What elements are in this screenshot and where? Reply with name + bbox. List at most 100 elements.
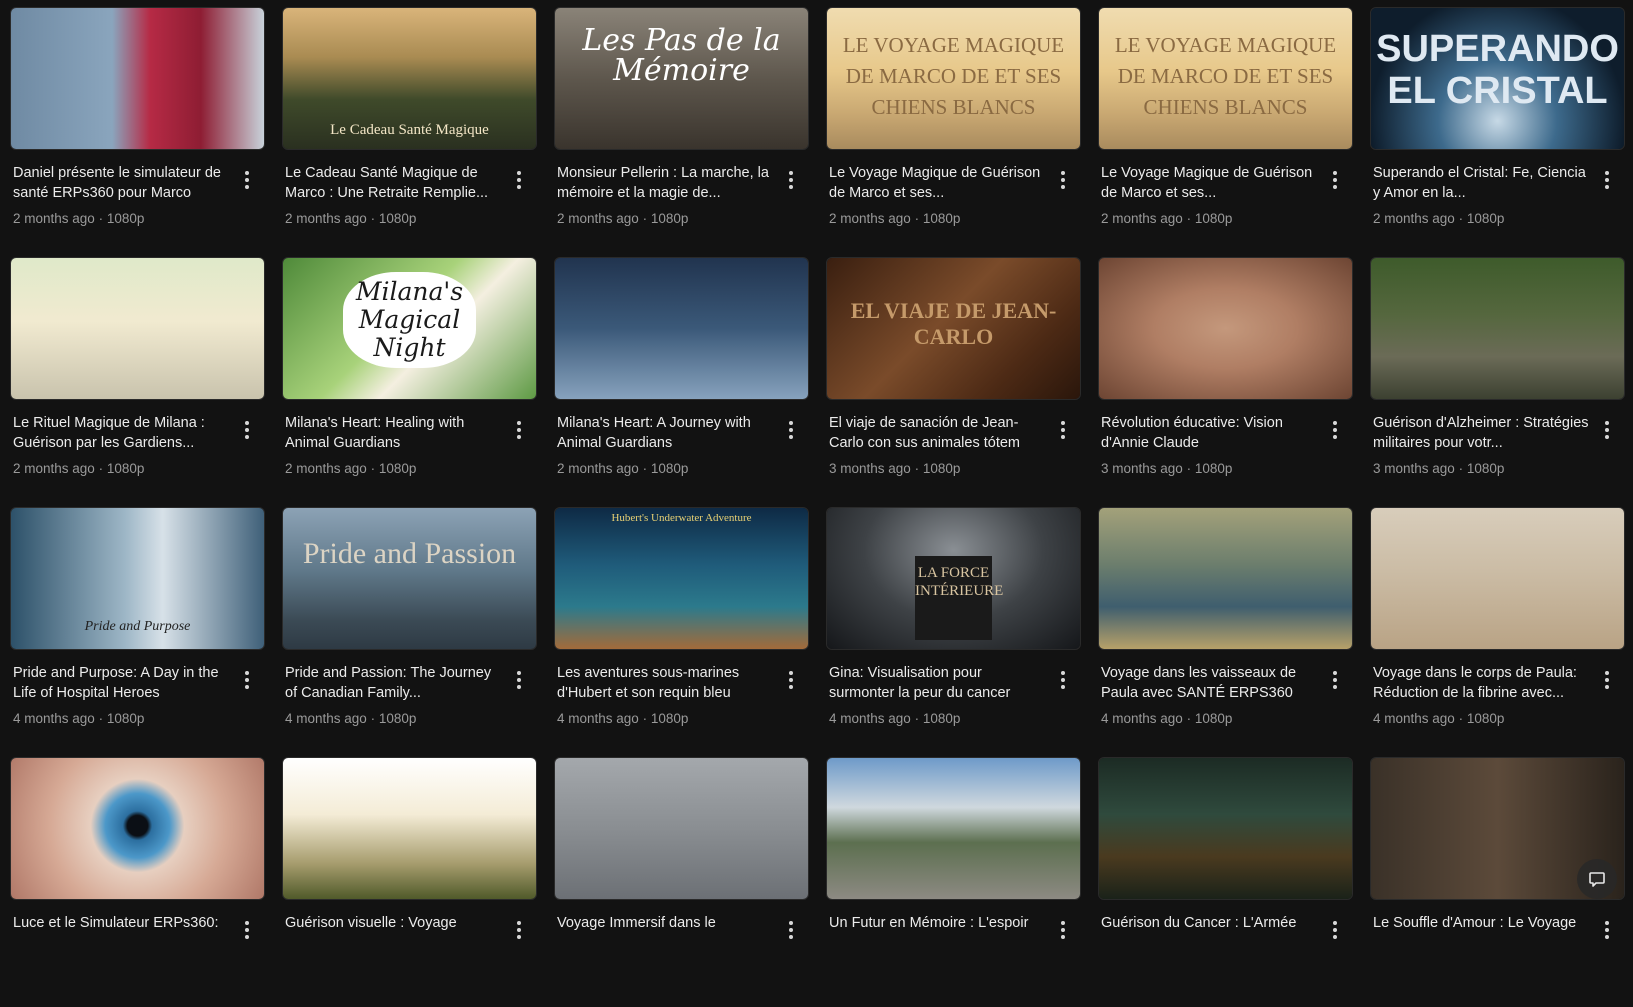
video-title[interactable]: Luce et le Simulateur ERPs360: [13,913,229,953]
more-options-icon[interactable] [1053,418,1073,442]
more-options-icon[interactable] [781,418,801,442]
separator-dot: · [1182,711,1195,726]
video-card[interactable]: SUPERANDO EL CRISTAL Superando el Cristal… [1370,7,1625,257]
video-card[interactable]: Révolution éducative: Vision d'Annie Cla… [1098,257,1353,507]
video-title[interactable]: Les aventures sous-marines d'Hubert et s… [557,663,773,703]
video-thumbnail[interactable] [826,757,1081,900]
video-thumbnail[interactable] [554,757,809,900]
video-info: 2 months ago · 1080p [1101,211,1317,226]
video-quality: 1080p [106,211,145,226]
more-options-icon[interactable] [1053,918,1073,942]
video-title[interactable]: El viaje de sanación de Jean-Carlo con s… [829,413,1045,453]
video-title[interactable]: Le Voyage Magique de Guérison de Marco e… [1101,163,1317,203]
video-card[interactable]: LA FORCE INTÉRIEURE Gina: Visualisation p… [826,507,1081,757]
video-card[interactable]: Voyage Immersif dans le [554,757,809,1007]
video-title[interactable]: Guérison du Cancer : L'Armée [1101,913,1317,953]
video-title[interactable]: Le Souffle d'Amour : Le Voyage [1373,913,1589,953]
video-card[interactable]: EL VIAJE DE JEAN-CARLO El viaje de sanaci… [826,257,1081,507]
video-title[interactable]: Voyage Immersif dans le [557,913,773,953]
more-options-icon[interactable] [1053,168,1073,192]
more-options-icon[interactable] [509,418,529,442]
video-card[interactable]: Les Pas de la Mémoire Monsieur Pellerin :… [554,7,809,257]
more-options-icon[interactable] [1597,668,1617,692]
video-thumbnail[interactable] [10,7,265,150]
video-title[interactable]: Pride and Purpose: A Day in the Life of … [13,663,229,703]
video-title[interactable]: Milana's Heart: Healing with Animal Guar… [285,413,501,453]
video-thumbnail[interactable]: EL VIAJE DE JEAN-CARLO [826,257,1081,400]
more-options-icon[interactable] [237,418,257,442]
video-title[interactable]: Guérison d'Alzheimer : Stratégies milita… [1373,413,1589,453]
video-card[interactable]: Milana's Magical Night Milana's Heart: He… [282,257,537,507]
video-card[interactable]: Pride and Passion Pride and Passion: The … [282,507,537,757]
video-thumbnail[interactable] [1098,757,1353,900]
more-options-icon[interactable] [781,168,801,192]
more-options-icon[interactable] [1053,668,1073,692]
more-options-icon[interactable] [1325,668,1345,692]
more-options-icon[interactable] [1597,918,1617,942]
video-thumbnail[interactable]: SUPERANDO EL CRISTAL [1370,7,1625,150]
video-card[interactable]: Voyage dans le corps de Paula: Réduction… [1370,507,1625,757]
more-options-icon[interactable] [1325,918,1345,942]
video-title[interactable]: Voyage dans les vaisseaux de Paula avec … [1101,663,1317,703]
video-card[interactable]: Guérison visuelle : Voyage [282,757,537,1007]
video-thumbnail[interactable] [10,757,265,900]
more-options-icon[interactable] [237,668,257,692]
video-card[interactable]: Daniel présente le simulateur de santé E… [10,7,265,257]
video-title[interactable]: Un Futur en Mémoire : L'espoir [829,913,1045,953]
video-title[interactable]: Monsieur Pellerin : La marche, la mémoir… [557,163,773,203]
video-card[interactable]: Guérison d'Alzheimer : Stratégies milita… [1370,257,1625,507]
more-options-icon[interactable] [781,918,801,942]
video-card[interactable]: LE VOYAGE MAGIQUE DE MARCO DE ET SES CHI… [1098,7,1353,257]
more-options-icon[interactable] [237,168,257,192]
video-thumbnail[interactable]: LE VOYAGE MAGIQUE DE MARCO DE ET SES CHI… [826,7,1081,150]
video-thumbnail[interactable] [282,757,537,900]
video-thumbnail[interactable] [10,257,265,400]
video-title[interactable]: Gina: Visualisation pour surmonter la pe… [829,663,1045,703]
video-thumbnail[interactable] [554,257,809,400]
chat-button[interactable] [1577,859,1617,899]
video-card[interactable]: Milana's Heart: A Journey with Animal Gu… [554,257,809,507]
more-options-icon[interactable] [509,168,529,192]
video-thumbnail[interactable] [1370,257,1625,400]
video-card[interactable]: LE VOYAGE MAGIQUE DE MARCO DE ET SES CHI… [826,7,1081,257]
video-thumbnail[interactable]: Pride and Passion [282,507,537,650]
video-title[interactable]: Pride and Passion: The Journey of Canadi… [285,663,501,703]
video-card[interactable]: Guérison du Cancer : L'Armée [1098,757,1353,1007]
more-options-icon[interactable] [1325,418,1345,442]
more-options-icon[interactable] [1597,418,1617,442]
video-thumbnail[interactable]: Pride and Purpose [10,507,265,650]
video-thumbnail[interactable]: Le Cadeau Santé Magique [282,7,537,150]
video-thumbnail[interactable]: LA FORCE INTÉRIEURE [826,507,1081,650]
video-title[interactable]: Milana's Heart: A Journey with Animal Gu… [557,413,773,453]
video-card[interactable]: Pride and Purpose Pride and Purpose: A Da… [10,507,265,757]
video-thumbnail[interactable]: LE VOYAGE MAGIQUE DE MARCO DE ET SES CHI… [1098,7,1353,150]
video-title[interactable]: Le Voyage Magique de Guérison de Marco e… [829,163,1045,203]
more-options-icon[interactable] [237,918,257,942]
video-meta: Le Rituel Magique de Milana : Guérison p… [10,400,265,476]
video-title[interactable]: Guérison visuelle : Voyage [285,913,501,953]
video-title[interactable]: Voyage dans le corps de Paula: Réduction… [1373,663,1589,703]
video-title[interactable]: Le Rituel Magique de Milana : Guérison p… [13,413,229,453]
more-options-icon[interactable] [509,668,529,692]
video-thumbnail[interactable] [1098,257,1353,400]
video-title[interactable]: Superando el Cristal: Fe, Ciencia y Amor… [1373,163,1589,203]
video-thumbnail[interactable]: Les Pas de la Mémoire [554,7,809,150]
video-card[interactable]: Hubert's Underwater Adventure Les aventur… [554,507,809,757]
kebab-dot [1605,171,1609,175]
video-title[interactable]: Révolution éducative: Vision d'Annie Cla… [1101,413,1317,453]
more-options-icon[interactable] [1597,168,1617,192]
video-thumbnail[interactable]: Milana's Magical Night [282,257,537,400]
more-options-icon[interactable] [781,668,801,692]
more-options-icon[interactable] [1325,168,1345,192]
video-card[interactable]: Le Rituel Magique de Milana : Guérison p… [10,257,265,507]
video-thumbnail[interactable]: Hubert's Underwater Adventure [554,507,809,650]
video-thumbnail[interactable] [1098,507,1353,650]
video-title[interactable]: Le Cadeau Santé Magique de Marco : Une R… [285,163,501,203]
video-card[interactable]: Un Futur en Mémoire : L'espoir [826,757,1081,1007]
video-thumbnail[interactable] [1370,507,1625,650]
video-card[interactable]: Voyage dans les vaisseaux de Paula avec … [1098,507,1353,757]
more-options-icon[interactable] [509,918,529,942]
video-title[interactable]: Daniel présente le simulateur de santé E… [13,163,229,203]
video-card[interactable]: Luce et le Simulateur ERPs360: [10,757,265,1007]
video-card[interactable]: Le Cadeau Santé Magique Le Cadeau Santé M… [282,7,537,257]
